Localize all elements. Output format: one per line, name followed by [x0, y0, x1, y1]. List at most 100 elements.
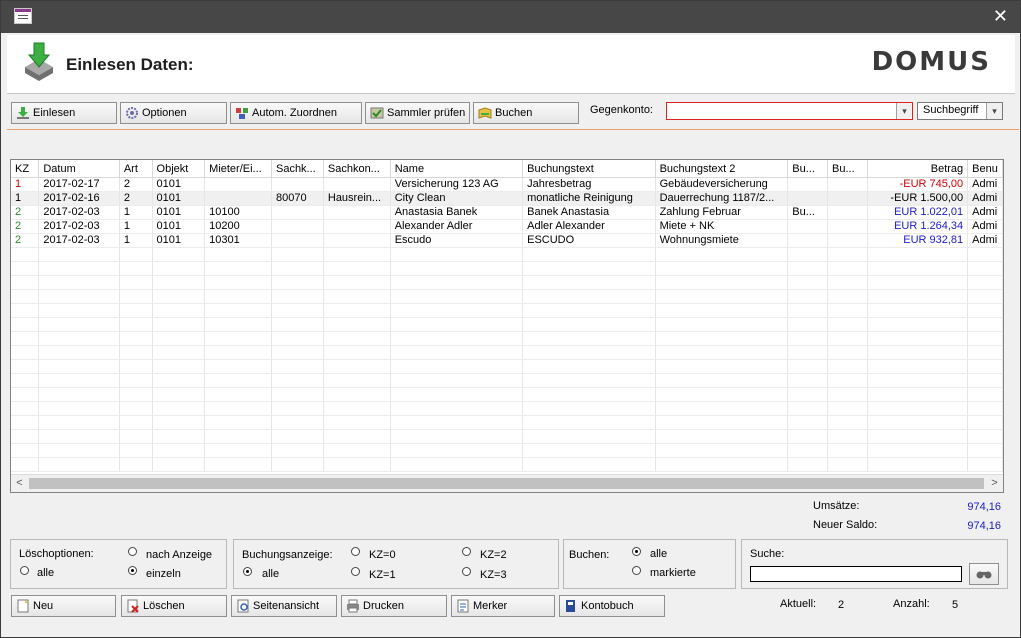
buchen-button[interactable]: Buchen	[473, 102, 579, 124]
merker-button[interactable]: Merker	[451, 595, 555, 617]
column-header[interactable]: Betrag	[867, 160, 969, 178]
seitenansicht-button[interactable]: Seitenansicht	[231, 595, 337, 617]
column-header[interactable]: Buchungstext 2	[655, 160, 789, 178]
header-panel: Einlesen Daten: DOMUS	[7, 35, 1015, 94]
anzeige-alle-label: alle	[262, 568, 280, 580]
column-header[interactable]: Name	[390, 160, 524, 178]
empty-cell	[787, 275, 829, 290]
empty-cell	[271, 345, 324, 360]
table-row[interactable]: 1 2017-02-17 2 0101 Versicherung 123 AG Jahre…	[11, 177, 1003, 192]
loesch-einzeln-label: einzeln	[146, 568, 181, 580]
buchen-markierte-radio[interactable]	[632, 566, 641, 575]
search-mode-value: Suchbegriff	[923, 104, 979, 116]
loeschen-button[interactable]: Löschen	[121, 595, 227, 617]
anzeige-kz1-radio[interactable]	[351, 567, 360, 576]
chevron-down-icon[interactable]: ▾	[896, 103, 912, 119]
scrollbar-thumb[interactable]	[29, 478, 984, 489]
anzahl-label: Anzahl:	[893, 598, 930, 610]
column-header[interactable]: Sachk...	[271, 160, 324, 178]
column-header[interactable]: Buchungstext	[522, 160, 656, 178]
empty-cell	[522, 261, 656, 276]
search-button[interactable]	[969, 563, 999, 585]
empty-cell	[38, 289, 120, 304]
saldo-label: Neuer Saldo:	[813, 519, 878, 531]
loesch-einzeln-radio[interactable]	[128, 566, 137, 575]
anzeige-kz0-radio[interactable]	[351, 547, 360, 556]
empty-cell	[204, 401, 272, 416]
table-cell: Admi	[967, 191, 1003, 206]
chevron-down-icon[interactable]: ▾	[986, 103, 1002, 119]
empty-cell	[827, 317, 868, 332]
anzeige-alle-radio[interactable]	[243, 567, 252, 576]
column-header[interactable]: KZ	[11, 160, 40, 178]
empty-cell	[119, 457, 153, 472]
scroll-right-icon[interactable]: >	[986, 475, 1003, 492]
table-row[interactable]: 1 2017-02-16 2 0101 80070 Hausrein... City Cle…	[11, 191, 1003, 206]
horizontal-scrollbar[interactable]: < >	[11, 474, 1003, 492]
anzeige-kz2-radio[interactable]	[462, 547, 471, 556]
close-button[interactable]: ✕	[993, 6, 1008, 26]
empty-cell	[867, 359, 969, 374]
table-cell	[827, 205, 868, 220]
table-cell: 1	[119, 205, 153, 220]
empty-cell	[390, 317, 524, 332]
empty-row	[11, 247, 1003, 262]
column-header[interactable]: Datum	[38, 160, 120, 178]
column-header[interactable]: Benu	[967, 160, 1003, 178]
column-header[interactable]: Objekt	[152, 160, 206, 178]
empty-cell	[152, 247, 206, 262]
empty-cell	[655, 359, 789, 374]
loesch-nach-anzeige-radio[interactable]	[128, 547, 137, 556]
autom-zuordnen-label: Autom. Zuordnen	[252, 107, 337, 119]
buchen-alle-radio[interactable]	[632, 547, 641, 556]
search-input[interactable]	[750, 566, 962, 582]
empty-cell	[38, 345, 120, 360]
autom-zuordnen-button[interactable]: Autom. Zuordnen	[230, 102, 362, 124]
column-header[interactable]: Art	[119, 160, 153, 178]
bookings-grid[interactable]: KZ Datum Art Objekt Mieter/Ei... Sachk... Sach…	[10, 159, 1004, 493]
anzeige-kz3-radio[interactable]	[462, 567, 471, 576]
empty-row	[11, 289, 1003, 304]
column-header[interactable]: Sachkon...	[323, 160, 391, 178]
empty-cell	[204, 247, 272, 262]
drucken-button[interactable]: Drucken	[341, 595, 447, 617]
empty-row	[11, 359, 1003, 374]
empty-cell	[827, 261, 868, 276]
einlesen-button[interactable]: Einlesen	[11, 102, 117, 124]
scroll-left-icon[interactable]: <	[11, 475, 28, 492]
empty-cell	[522, 359, 656, 374]
suche-group: Suche:	[741, 539, 1008, 589]
table-cell	[323, 219, 391, 234]
optionen-button[interactable]: Optionen	[120, 102, 227, 124]
empty-row	[11, 457, 1003, 472]
sammler-pruefen-button[interactable]: Sammler prüfen	[365, 102, 470, 124]
loesch-alle-radio[interactable]	[20, 566, 29, 575]
empty-cell	[119, 373, 153, 388]
column-header[interactable]: Mieter/Ei...	[204, 160, 272, 178]
empty-cell	[271, 429, 324, 444]
kontobuch-button[interactable]: Kontobuch	[559, 595, 665, 617]
empty-cell	[967, 247, 1003, 262]
empty-cell	[119, 303, 153, 318]
empty-row	[11, 331, 1003, 346]
empty-cell	[323, 303, 391, 318]
empty-cell	[655, 415, 789, 430]
table-header-row: KZ Datum Art Objekt Mieter/Ei... Sachk... Sach…	[11, 160, 1003, 178]
anzahl-value: 5	[952, 599, 959, 611]
empty-cell	[787, 359, 829, 374]
empty-cell	[967, 373, 1003, 388]
empty-cell	[827, 331, 868, 346]
table-cell: EUR 1.022,01	[867, 205, 969, 220]
table-cell	[827, 177, 868, 192]
column-header[interactable]: Bu...	[827, 160, 868, 178]
empty-cell	[119, 275, 153, 290]
table-row[interactable]: 2 2017-02-03 1 0101 10100 Anastasia Banek Bane…	[11, 205, 1003, 220]
neu-button[interactable]: Neu	[11, 595, 116, 617]
column-header[interactable]: Bu...	[787, 160, 829, 178]
table-row[interactable]: 2 2017-02-03 1 0101 10200 Alexander Adler Adle…	[11, 219, 1003, 234]
empty-cell	[827, 387, 868, 402]
gegenkonto-combo[interactable]: ▾	[666, 102, 913, 120]
search-mode-combo[interactable]: Suchbegriff ▾	[917, 102, 1003, 120]
table-row[interactable]: 2 2017-02-03 1 0101 10301 Escudo ESCUDO Wohnung…	[11, 233, 1003, 248]
empty-cell	[11, 345, 40, 360]
